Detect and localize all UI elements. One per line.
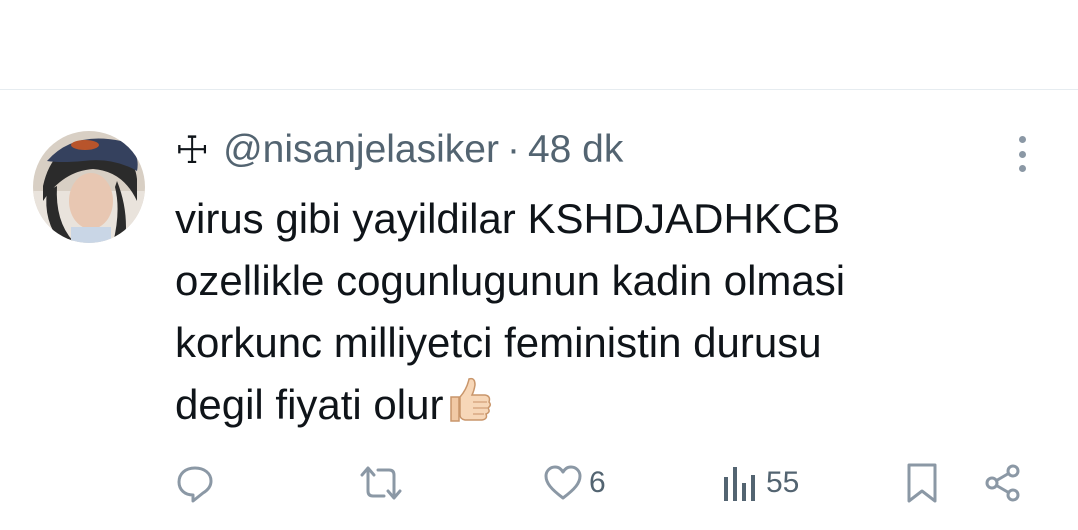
views-count: 55 xyxy=(766,466,800,499)
tweet-text-line: degil fiyati olur xyxy=(175,381,444,428)
views-button[interactable]: 55 xyxy=(722,458,799,508)
header-separator: · xyxy=(506,128,520,171)
like-button[interactable]: 6 xyxy=(543,458,606,508)
tweet-time[interactable]: 48 dk xyxy=(528,128,623,172)
tweet-text-line: virus gibi yayildilar KSHDJADHKCB xyxy=(175,195,841,242)
views-icon xyxy=(724,467,755,501)
top-divider xyxy=(0,89,1078,90)
more-options-icon[interactable] xyxy=(1008,136,1036,172)
action-bar: 6 55 xyxy=(0,458,1078,508)
share-button[interactable] xyxy=(983,458,1023,508)
retweet-button[interactable] xyxy=(358,458,404,508)
avatar[interactable] xyxy=(33,131,145,243)
bookmark-button[interactable] xyxy=(905,458,939,508)
bookmark-icon xyxy=(907,463,937,503)
author-cross-glyph: ☩ xyxy=(175,128,210,172)
tweet-text-line: ozellikle cogunlugunun kadin olmasi xyxy=(175,257,846,304)
tweet-text-line-last: degil fiyati olur xyxy=(175,374,1035,442)
tweet-text-line: korkunc milliyetci feministin durusu xyxy=(175,319,822,366)
tweet-header: ☩ @nisanjelasiker · 48 dk xyxy=(175,124,623,176)
heart-icon xyxy=(544,465,582,500)
author-handle[interactable]: @nisanjelasiker xyxy=(223,128,499,172)
like-count: 6 xyxy=(589,466,606,499)
reply-button[interactable] xyxy=(175,458,215,508)
share-icon xyxy=(985,464,1020,502)
retweet-icon xyxy=(360,466,402,500)
thumbs-up-emoji-icon xyxy=(445,375,493,442)
reply-icon xyxy=(177,466,213,503)
tweet-text: virus gibi yayildilar KSHDJADHKCB ozelli… xyxy=(175,188,1035,442)
